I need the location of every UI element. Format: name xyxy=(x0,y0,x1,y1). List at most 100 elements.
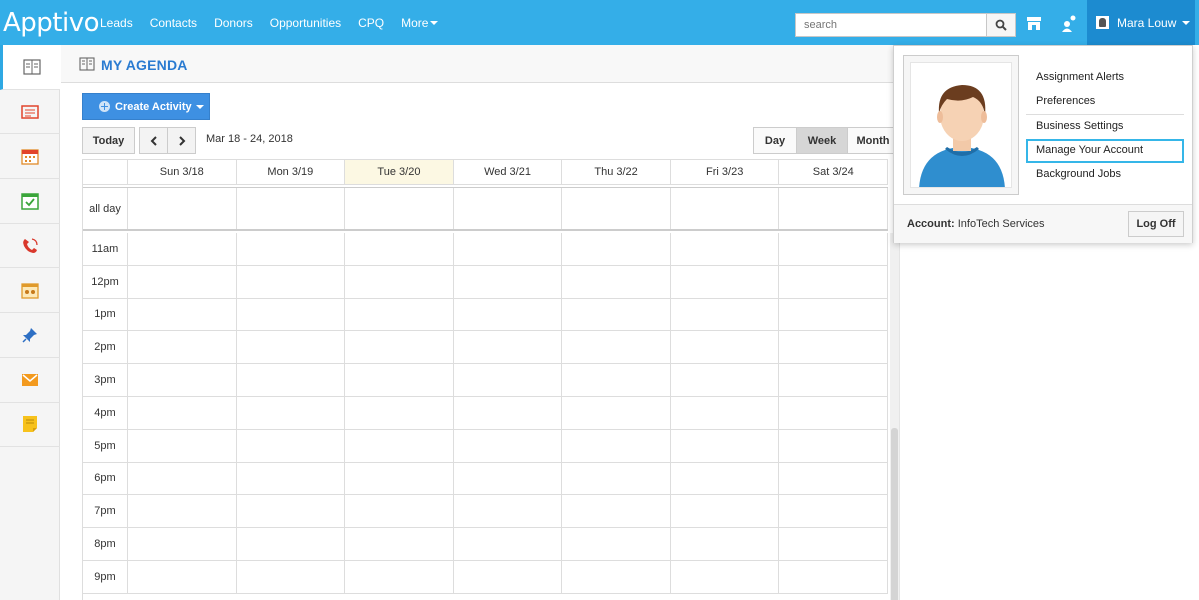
all-day-cell[interactable] xyxy=(345,188,454,229)
search-input[interactable] xyxy=(795,13,987,37)
time-slot-cell[interactable] xyxy=(128,560,237,593)
time-slot-cell[interactable] xyxy=(128,495,237,528)
time-slot-cell[interactable] xyxy=(779,364,888,396)
time-slot-cell[interactable] xyxy=(562,233,671,265)
sidebar-item-pins[interactable] xyxy=(0,313,60,358)
view-month-button[interactable]: Month xyxy=(847,127,899,154)
time-slot-cell[interactable] xyxy=(345,233,454,265)
time-slot-cell[interactable] xyxy=(454,560,563,593)
sidebar-item-calendar[interactable] xyxy=(0,134,60,180)
time-slot-cell[interactable] xyxy=(128,265,237,298)
time-slot-cell[interactable] xyxy=(779,495,888,528)
time-slot-cell[interactable] xyxy=(454,364,563,396)
time-slot-cell[interactable] xyxy=(671,429,780,462)
sidebar-item-list[interactable] xyxy=(0,90,60,135)
store-button[interactable] xyxy=(1023,12,1045,34)
time-slot-cell[interactable] xyxy=(779,265,888,298)
time-slot-cell[interactable] xyxy=(671,265,780,298)
log-off-button[interactable]: Log Off xyxy=(1128,211,1184,237)
time-slot-cell[interactable] xyxy=(237,364,346,396)
menu-item-preferences[interactable]: Preferences xyxy=(1026,90,1184,114)
time-slot-cell[interactable] xyxy=(779,462,888,495)
app-logo[interactable]: Apptivo xyxy=(3,7,100,39)
time-slot-cell[interactable] xyxy=(779,528,888,560)
time-slot-cell[interactable] xyxy=(128,429,237,462)
time-slot-cell[interactable] xyxy=(237,298,346,331)
time-slot-cell[interactable] xyxy=(454,495,563,528)
all-day-cell[interactable] xyxy=(128,188,237,229)
time-slot-cell[interactable] xyxy=(237,396,346,429)
nav-opportunities[interactable]: Opportunities xyxy=(270,16,341,30)
time-slot-cell[interactable] xyxy=(779,560,888,593)
calendar-scrollbar[interactable] xyxy=(890,233,899,600)
time-slot-cell[interactable] xyxy=(562,265,671,298)
time-slot-cell[interactable] xyxy=(345,265,454,298)
time-slot-cell[interactable] xyxy=(345,560,454,593)
user-menu-button[interactable]: Mara Louw xyxy=(1087,0,1195,45)
time-slot-cell[interactable] xyxy=(128,331,237,364)
time-slot-cell[interactable] xyxy=(562,298,671,331)
nav-cpq[interactable]: CPQ xyxy=(358,16,384,30)
all-day-cell[interactable] xyxy=(671,188,780,229)
sidebar-item-tasks[interactable] xyxy=(0,179,60,224)
time-slot-cell[interactable] xyxy=(345,396,454,429)
time-slot-cell[interactable] xyxy=(671,233,780,265)
time-slot-cell[interactable] xyxy=(454,265,563,298)
search-button[interactable] xyxy=(986,13,1016,37)
time-slot-cell[interactable] xyxy=(454,298,563,331)
time-slot-cell[interactable] xyxy=(562,560,671,593)
time-slot-cell[interactable] xyxy=(237,331,346,364)
sidebar-item-calls[interactable] xyxy=(0,224,60,269)
nav-leads[interactable]: Leads xyxy=(100,16,133,30)
time-slot-cell[interactable] xyxy=(671,528,780,560)
time-slot-cell[interactable] xyxy=(237,560,346,593)
time-slot-cell[interactable] xyxy=(128,233,237,265)
time-slot-cell[interactable] xyxy=(454,396,563,429)
view-week-button[interactable]: Week xyxy=(796,127,848,154)
menu-item-background-jobs[interactable]: Background Jobs xyxy=(1026,163,1184,187)
time-slot-cell[interactable] xyxy=(345,364,454,396)
contacts-button[interactable] xyxy=(1058,12,1080,34)
time-slot-cell[interactable] xyxy=(671,462,780,495)
all-day-cell[interactable] xyxy=(562,188,671,229)
time-slot-cell[interactable] xyxy=(779,298,888,331)
time-slot-cell[interactable] xyxy=(779,429,888,462)
time-slot-cell[interactable] xyxy=(345,462,454,495)
time-slot-cell[interactable] xyxy=(562,429,671,462)
view-day-button[interactable]: Day xyxy=(753,127,797,154)
menu-item-assignment-alerts[interactable]: Assignment Alerts xyxy=(1026,66,1184,90)
all-day-cell[interactable] xyxy=(454,188,563,229)
sidebar-item-agenda[interactable] xyxy=(0,45,60,90)
create-activity-button[interactable]: Create Activity xyxy=(82,93,210,120)
time-slot-cell[interactable] xyxy=(779,396,888,429)
sidebar-item-mail[interactable] xyxy=(0,358,60,403)
time-slot-cell[interactable] xyxy=(779,331,888,364)
nav-donors[interactable]: Donors xyxy=(214,16,253,30)
time-slot-cell[interactable] xyxy=(128,364,237,396)
time-slot-cell[interactable] xyxy=(128,462,237,495)
time-slot-cell[interactable] xyxy=(671,495,780,528)
time-slot-cell[interactable] xyxy=(562,495,671,528)
time-slot-cell[interactable] xyxy=(345,429,454,462)
sidebar-item-meetings[interactable] xyxy=(0,268,60,314)
time-slot-cell[interactable] xyxy=(562,364,671,396)
time-slot-cell[interactable] xyxy=(562,396,671,429)
time-slot-cell[interactable] xyxy=(237,528,346,560)
prev-week-button[interactable] xyxy=(139,127,168,154)
time-slot-cell[interactable] xyxy=(345,298,454,331)
next-week-button[interactable] xyxy=(167,127,196,154)
time-slot-cell[interactable] xyxy=(671,364,780,396)
time-slot-cell[interactable] xyxy=(562,462,671,495)
nav-more[interactable]: More xyxy=(401,16,439,30)
time-slot-cell[interactable] xyxy=(671,396,780,429)
time-slot-cell[interactable] xyxy=(237,462,346,495)
all-day-cell[interactable] xyxy=(237,188,346,229)
time-slot-cell[interactable] xyxy=(671,331,780,364)
time-slot-cell[interactable] xyxy=(779,233,888,265)
time-slot-cell[interactable] xyxy=(454,528,563,560)
time-slot-cell[interactable] xyxy=(671,560,780,593)
time-slot-cell[interactable] xyxy=(671,298,780,331)
today-button[interactable]: Today xyxy=(82,127,135,154)
time-slot-cell[interactable] xyxy=(128,528,237,560)
time-slot-cell[interactable] xyxy=(128,298,237,331)
